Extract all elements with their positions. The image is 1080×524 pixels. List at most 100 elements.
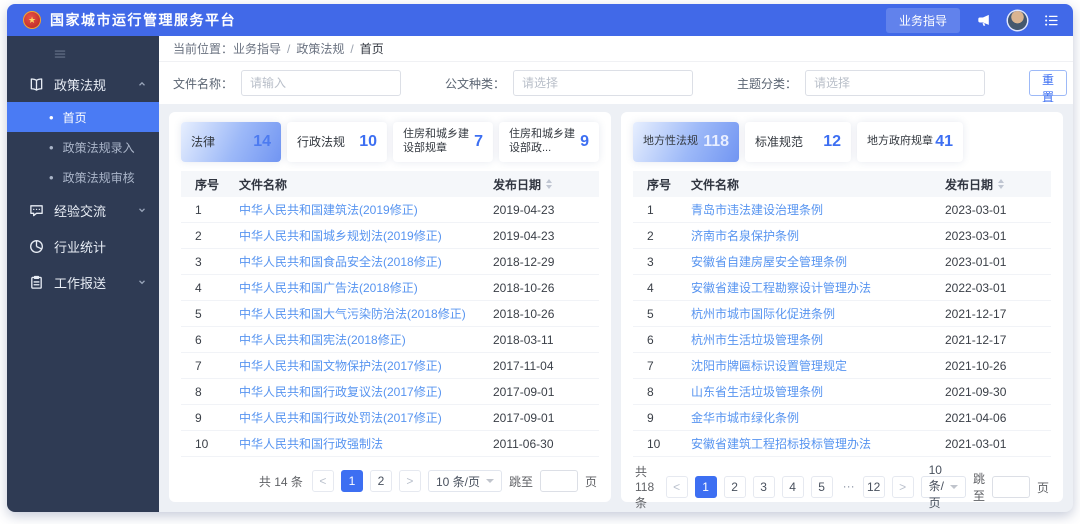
column-header-date[interactable]: 发布日期 — [493, 176, 599, 193]
document-link[interactable]: 安徽省建设工程勘察设计管理办法 — [691, 279, 945, 296]
table-row: 5 中华人民共和国大气污染防治法(2018修正) 2018-10-26 — [181, 301, 599, 327]
row-index: 1 — [195, 202, 202, 217]
breadcrumb-item[interactable]: 政策法规 — [296, 40, 344, 57]
document-name-cell: 安徽省建筑工程招标投标管理办法 — [691, 435, 945, 452]
page-unit-label: 页 — [1036, 480, 1049, 495]
chevron-up-icon — [137, 79, 147, 89]
document-name-cell: 安徽省自建房屋安全管理条例 — [691, 253, 945, 270]
user-avatar[interactable] — [1008, 10, 1027, 30]
document-link[interactable]: 山东省生活垃圾管理条例 — [691, 383, 945, 400]
document-link[interactable]: 中华人民共和国行政强制法 — [239, 435, 493, 452]
document-link[interactable]: 沈阳市牌匾标识设置管理规定 — [691, 357, 945, 374]
document-name-cell: 济南市名泉保护条例 — [691, 227, 945, 244]
business-guidance-button[interactable]: 业务指导 — [885, 7, 960, 33]
table-row: 10 安徽省建筑工程招标投标管理办法 2021-03-01 — [633, 431, 1051, 457]
announcement-icon[interactable] — [977, 13, 991, 27]
page-button-5[interactable]: 5 — [810, 476, 833, 498]
pagination-total: 共 14 条 — [258, 474, 303, 489]
menu-collapse-icon[interactable] — [53, 47, 67, 61]
document-link[interactable]: 中华人民共和国行政复议法(2017修正) — [239, 383, 493, 400]
document-link[interactable]: 安徽省建筑工程招标投标管理办法 — [691, 435, 945, 452]
tab-标准规范[interactable]: 标准规范 12 — [745, 122, 851, 162]
reset-button[interactable]: 重置 — [1029, 70, 1068, 104]
breadcrumb-separator: / — [350, 41, 354, 56]
sidebar-item-work-report[interactable]: 工作报送 — [7, 264, 159, 300]
tab-法律[interactable]: 法律 14 — [181, 122, 281, 162]
publish-date: 2023-03-01 — [945, 202, 1007, 217]
document-link[interactable]: 中华人民共和国宪法(2018修正) — [239, 331, 493, 348]
topic-category-select[interactable] — [805, 70, 986, 96]
document-link[interactable]: 安徽省自建房屋安全管理条例 — [691, 253, 945, 270]
tab-count: 14 — [253, 133, 271, 150]
filter-label-file-name: 文件名称： — [173, 76, 234, 91]
document-link[interactable]: 杭州市城市国际化促进条例 — [691, 305, 945, 322]
document-name-cell: 中华人民共和国广告法(2018修正) — [239, 279, 493, 296]
table-row: 1 中华人民共和国建筑法(2019修正) 2019-04-23 — [181, 197, 599, 223]
jump-page-input[interactable] — [539, 470, 578, 492]
tab-地方性法规[interactable]: 地方性法规 118 — [633, 122, 739, 162]
sidebar: 政策法规 • 首页 • 政策法规录入 • 政策法规审核 经验交流 行业统计 工作… — [7, 36, 159, 512]
document-link[interactable]: 中华人民共和国行政处罚法(2017修正) — [239, 409, 493, 426]
page-button-2[interactable]: 2 — [369, 470, 392, 492]
more-pages-button[interactable]: ··· — [840, 476, 856, 498]
tab-住房和城乡建设部规章[interactable]: 住房和城乡建设部规章 7 — [393, 122, 493, 162]
page-button-4[interactable]: 4 — [781, 476, 804, 498]
jump-page-input[interactable] — [991, 476, 1030, 498]
page-button-1[interactable]: 1 — [694, 476, 717, 498]
row-index: 5 — [647, 306, 654, 321]
document-link[interactable]: 金华市城市绿化条例 — [691, 409, 945, 426]
document-name-cell: 金华市城市绿化条例 — [691, 409, 945, 426]
page-button-1[interactable]: 1 — [340, 470, 363, 492]
column-header-date[interactable]: 发布日期 — [945, 176, 1051, 193]
sidebar-item-industry-statistics[interactable]: 行业统计 — [7, 228, 159, 264]
tab-行政法规[interactable]: 行政法规 10 — [287, 122, 387, 162]
document-name-cell: 杭州市城市国际化促进条例 — [691, 305, 945, 322]
prev-page-button[interactable]: < — [311, 470, 334, 492]
page-size-select[interactable]: 10 条/页 — [920, 463, 966, 510]
table-row: 4 中华人民共和国广告法(2018修正) 2018-10-26 — [181, 275, 599, 301]
page-size-select[interactable]: 10 条/页 — [427, 470, 502, 492]
tab-地方政府规章[interactable]: 地方政府规章 41 — [857, 122, 963, 162]
list-icon[interactable] — [1044, 13, 1059, 28]
document-type-select[interactable] — [513, 70, 694, 96]
pagination: 共 14 条 <1 2 >10 条/页 跳至 页 — [181, 464, 599, 494]
next-page-button[interactable]: > — [891, 476, 914, 498]
breadcrumb-item[interactable]: 业务指导 — [233, 40, 281, 57]
pagination-total: 共 118 条 — [635, 465, 655, 510]
document-link[interactable]: 中华人民共和国建筑法(2019修正) — [239, 201, 493, 218]
sidebar-item-policy-review[interactable]: • 政策法规审核 — [7, 162, 159, 192]
publish-date: 2017-09-01 — [493, 384, 555, 399]
tab-count: 7 — [474, 133, 483, 150]
pagination: 共 118 条 <1 2 3 4 5 ··· 12 >10 条/页 跳至页 — [633, 457, 1051, 512]
sidebar-item-policy-laws[interactable]: 政策法规 — [7, 66, 159, 102]
sidebar-subitem-label: 政策法规录入 — [62, 140, 135, 155]
document-name-cell: 山东省生活垃圾管理条例 — [691, 383, 945, 400]
next-page-button[interactable]: > — [398, 470, 421, 492]
file-name-input[interactable] — [241, 70, 402, 96]
column-header-name: 文件名称 — [691, 177, 740, 192]
document-link[interactable]: 杭州市生活垃圾管理条例 — [691, 331, 945, 348]
document-link[interactable]: 中华人民共和国城乡规划法(2019修正) — [239, 227, 493, 244]
document-link[interactable]: 中华人民共和国大气污染防治法(2018修正) — [239, 305, 493, 322]
document-link[interactable]: 中华人民共和国食品安全法(2018修正) — [239, 253, 493, 270]
document-link[interactable]: 济南市名泉保护条例 — [691, 227, 945, 244]
page-button-12[interactable]: 12 — [862, 476, 885, 498]
page-button-2[interactable]: 2 — [723, 476, 746, 498]
sort-icon[interactable] — [546, 179, 553, 189]
sidebar-item-policy-entry[interactable]: • 政策法规录入 — [7, 132, 159, 162]
table-row: 8 山东省生活垃圾管理条例 2021-09-30 — [633, 379, 1051, 405]
filter-label-topic-category: 主题分类： — [737, 76, 798, 91]
document-link[interactable]: 中华人民共和国文物保护法(2017修正) — [239, 357, 493, 374]
table-row: 10 中华人民共和国行政强制法 2011-06-30 — [181, 431, 599, 457]
table-row: 2 中华人民共和国城乡规划法(2019修正) 2019-04-23 — [181, 223, 599, 249]
document-link[interactable]: 青岛市违法建设治理条例 — [691, 201, 945, 218]
sidebar-item-home[interactable]: • 首页 — [7, 102, 159, 132]
prev-page-button[interactable]: < — [665, 476, 688, 498]
document-link[interactable]: 中华人民共和国广告法(2018修正) — [239, 279, 493, 296]
page-button-3[interactable]: 3 — [752, 476, 775, 498]
tab-住房和城乡建设部政...[interactable]: 住房和城乡建设部政... 9 — [499, 122, 599, 162]
tab-count: 10 — [359, 133, 377, 150]
sort-icon[interactable] — [998, 179, 1005, 189]
document-name-cell: 中华人民共和国大气污染防治法(2018修正) — [239, 305, 493, 322]
sidebar-item-experience-exchange[interactable]: 经验交流 — [7, 192, 159, 228]
